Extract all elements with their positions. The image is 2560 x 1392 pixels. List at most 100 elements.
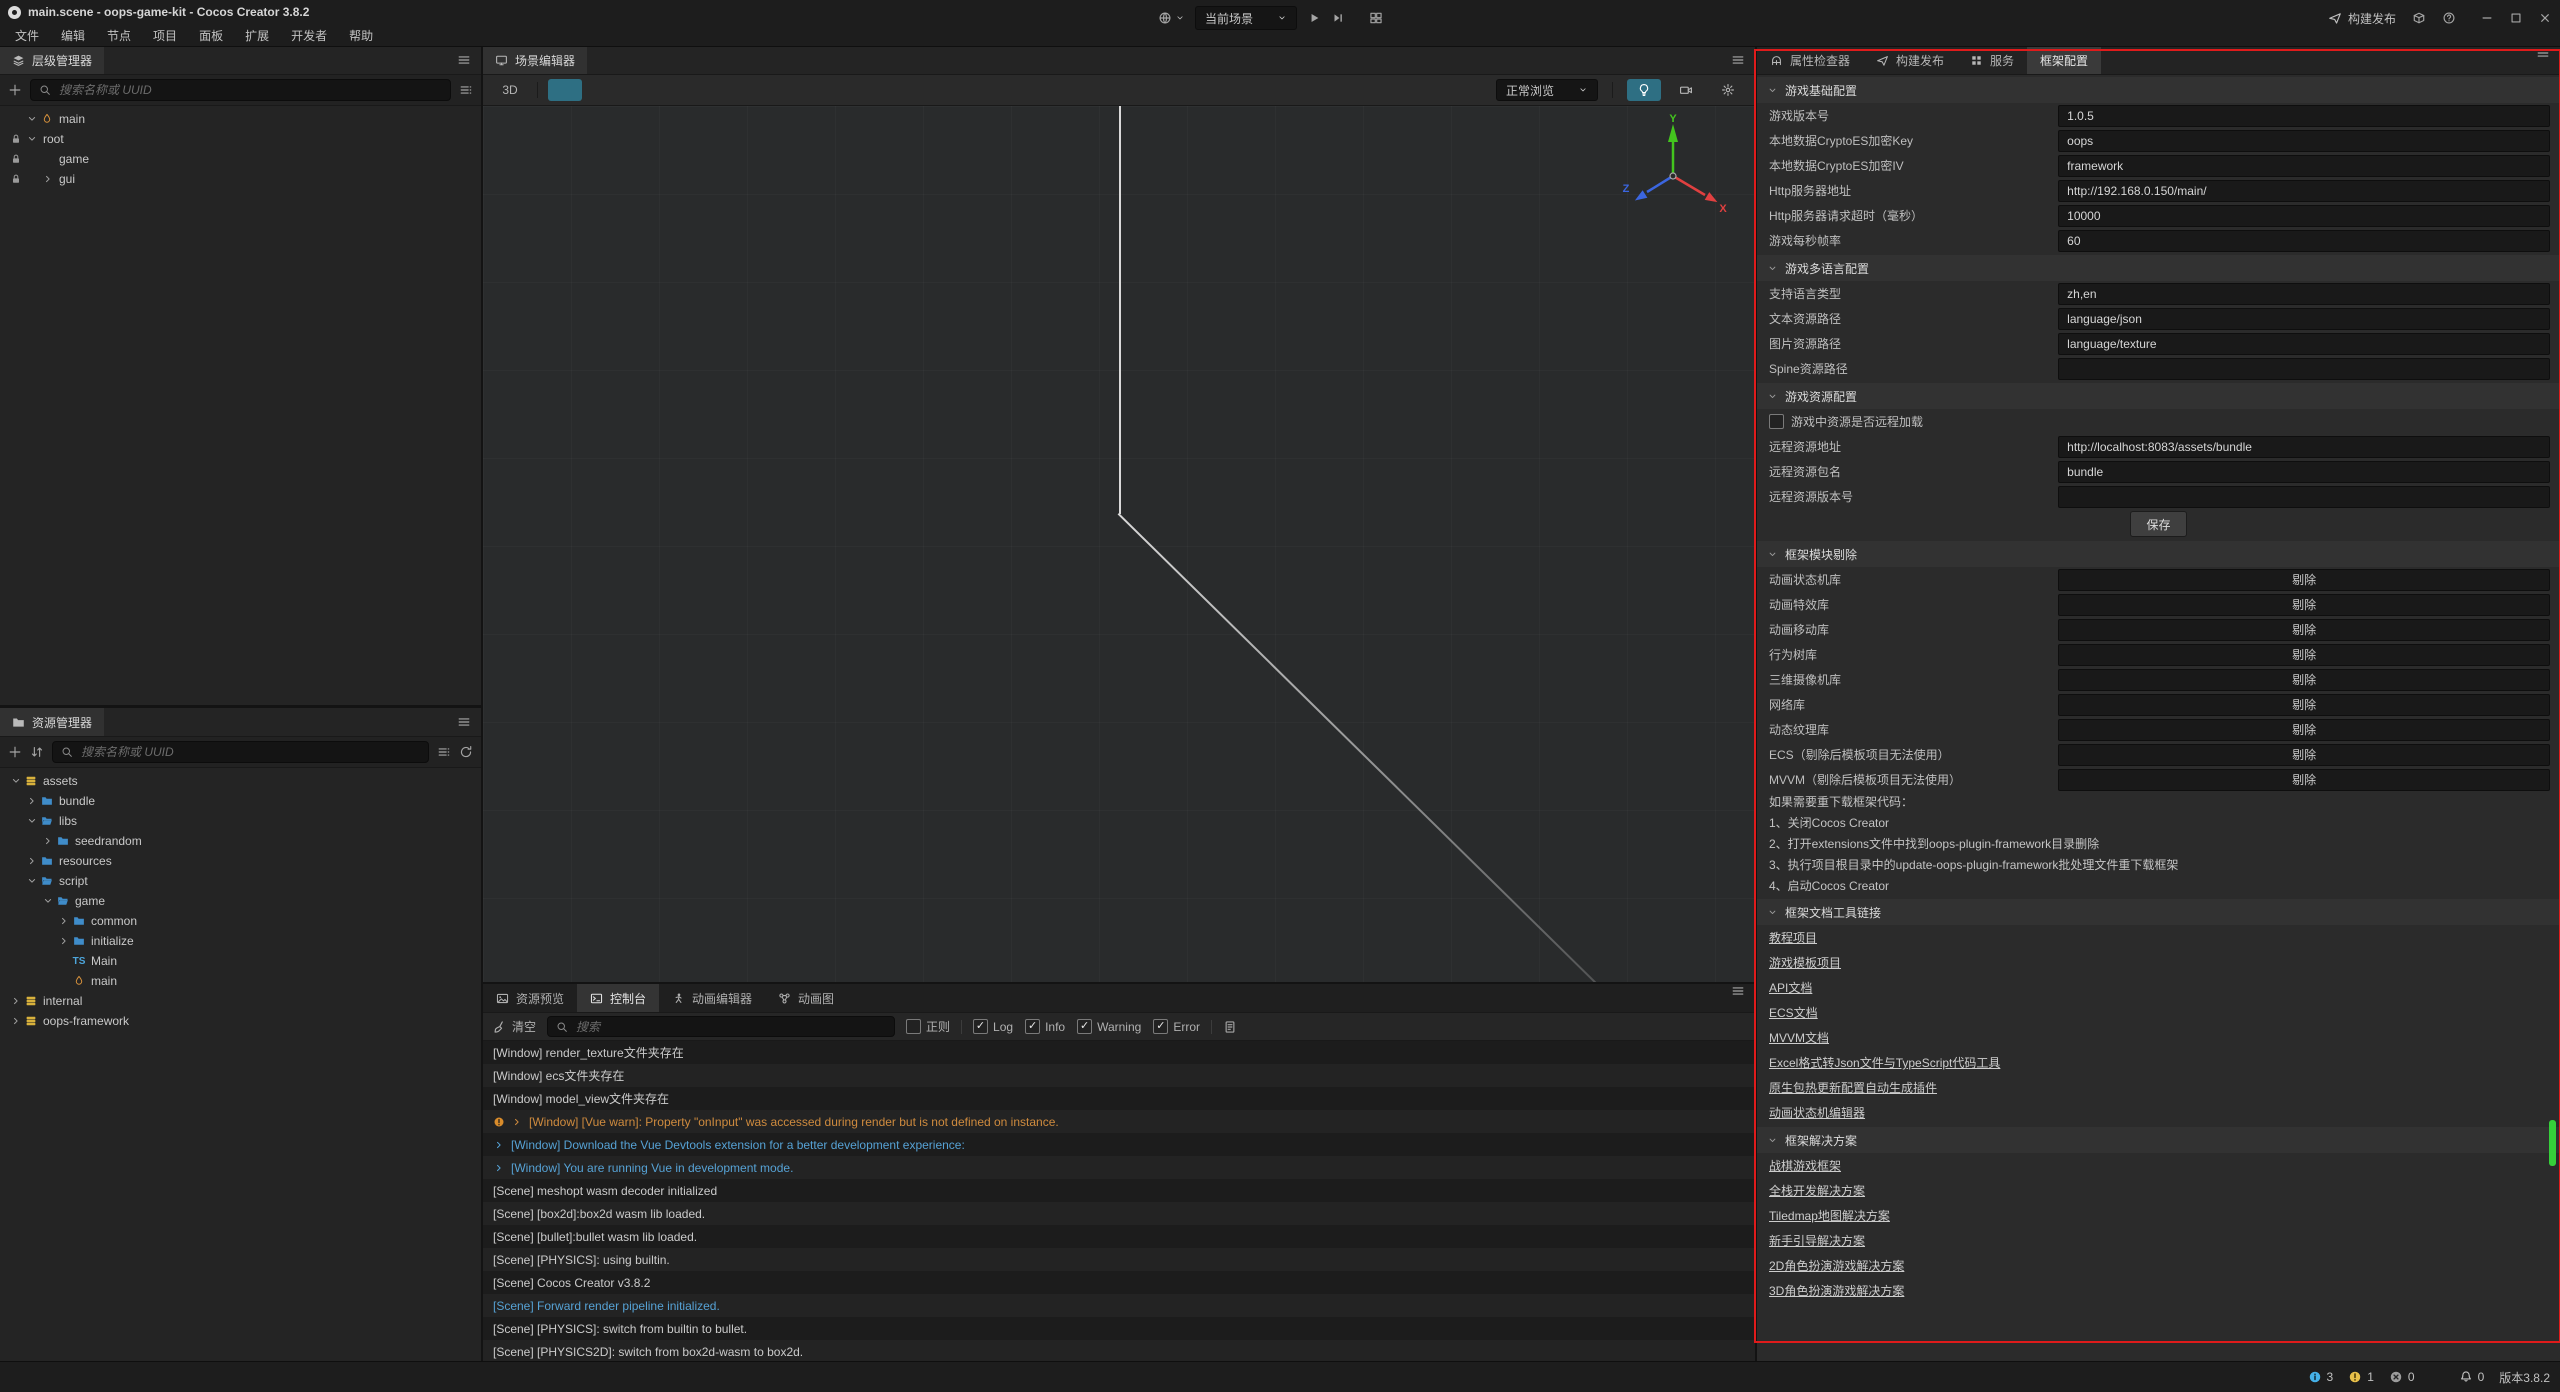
section-header[interactable]: 框架解决方案 [1757,1127,2560,1153]
console-tab[interactable]: 控制台 [577,984,659,1012]
filter-warning[interactable]: Warning [1077,1019,1141,1034]
maximize-button[interactable] [2509,11,2523,25]
inspector-tab[interactable]: 构建发布 [1863,46,1957,74]
regex-checkbox[interactable] [906,1019,921,1034]
tree-row[interactable]: libs [0,811,481,831]
tree-row[interactable]: common [0,911,481,931]
doc-link[interactable]: 战棋游戏框架 [1769,1157,1841,1174]
section-header[interactable]: 框架模块剔除 [1757,541,2560,567]
hierarchy-search[interactable] [30,79,451,101]
tree-row[interactable]: game [0,149,481,169]
remove-module-button[interactable]: 剔除 [2058,619,2550,641]
field-input[interactable] [2058,436,2550,458]
doc-link[interactable]: Tiledmap地图解决方案 [1769,1207,1890,1224]
section-header[interactable]: 游戏资源配置 [1757,383,2560,409]
collapse-arrow-icon[interactable] [24,793,39,809]
save-button[interactable]: 保存 [2130,511,2186,537]
close-button[interactable] [2538,11,2552,25]
panel-menu-icon[interactable] [2536,46,2550,74]
notification-counter[interactable]: 0 [2459,1370,2485,1384]
tree-row[interactable]: bundle [0,791,481,811]
doc-link[interactable]: API文档 [1769,979,1812,996]
hierarchy-search-input[interactable] [57,82,442,98]
remove-module-button[interactable]: 剔除 [2058,569,2550,591]
console-tab[interactable]: 资源预览 [483,984,577,1012]
doc-link[interactable]: ECS文档 [1769,1004,1818,1021]
field-input[interactable] [2058,180,2550,202]
section-header[interactable]: 游戏多语言配置 [1757,255,2560,281]
info-counter[interactable]: 3 [2308,1370,2334,1384]
gizmo-settings-button[interactable] [1711,79,1745,101]
tree-row[interactable]: oops-framework [0,1011,481,1031]
remove-module-button[interactable]: 剔除 [2058,669,2550,691]
doc-link[interactable]: Excel格式转Json文件与TypeScript代码工具 [1769,1054,2000,1071]
filter-icon[interactable] [437,745,451,759]
inspector-scrollbar-thumb[interactable] [2549,1120,2556,1166]
inspector-tab[interactable]: 服务 [1957,46,2027,74]
mode-3d-button[interactable]: 3D [493,79,527,101]
filter-error[interactable]: Error [1153,1019,1200,1034]
expand-arrow-icon[interactable] [24,813,39,829]
field-input[interactable] [2058,486,2550,508]
expand-arrow-icon[interactable] [24,873,39,889]
field-input[interactable] [2058,105,2550,127]
field-input[interactable] [2058,155,2550,177]
menu-item[interactable]: 帮助 [338,24,384,46]
filter-icon[interactable] [459,83,473,97]
refresh-icon[interactable] [459,745,473,759]
collapse-arrow-icon[interactable] [8,1013,23,1029]
build-publish-button[interactable]: 构建发布 [2328,10,2396,27]
checkbox-icon[interactable] [973,1019,988,1034]
menu-item[interactable]: 项目 [142,24,188,46]
view-mode-dropdown[interactable]: 正常浏览 [1496,79,1598,101]
panel-menu-icon[interactable] [1731,53,1745,67]
rect-tool-button[interactable] [662,79,696,101]
tree-row[interactable]: game [0,891,481,911]
error-counter[interactable]: 0 [2389,1370,2415,1384]
expand-arrow-icon[interactable] [24,131,39,147]
filter-info[interactable]: Info [1025,1019,1065,1034]
move-tool-button[interactable] [548,79,582,101]
section-header[interactable]: 游戏基础配置 [1757,77,2560,103]
remove-module-button[interactable]: 剔除 [2058,594,2550,616]
filter-log[interactable]: Log [973,1019,1013,1034]
field-input[interactable] [2058,130,2550,152]
tree-row[interactable]: main [0,109,481,129]
regex-toggle[interactable]: 正则 [906,1018,950,1035]
checkbox-icon[interactable] [1077,1019,1092,1034]
field-input[interactable] [2058,461,2550,483]
tree-row[interactable]: internal [0,991,481,1011]
warning-counter[interactable]: 1 [2348,1370,2374,1384]
minimize-button[interactable] [2480,11,2494,25]
expand-arrow-icon[interactable] [8,773,23,789]
help-icon[interactable] [2442,11,2456,25]
assets-search[interactable] [52,741,429,763]
field-input[interactable] [2058,230,2550,252]
tree-row[interactable]: TSMain [0,951,481,971]
expand-arrow-icon[interactable] [24,111,39,127]
scene-select-dropdown[interactable]: 当前场景 [1195,6,1297,30]
remove-module-button[interactable]: 剔除 [2058,744,2550,766]
collapse-arrow-icon[interactable] [56,933,71,949]
assets-tab[interactable]: 资源管理器 [0,708,104,736]
doc-link[interactable]: 新手引导解决方案 [1769,1232,1865,1249]
tree-row[interactable]: initialize [0,931,481,951]
remove-module-button[interactable]: 剔除 [2058,644,2550,666]
preview-device-button[interactable] [1158,11,1185,25]
doc-link[interactable]: 教程项目 [1769,929,1817,946]
add-node-button[interactable] [8,83,22,97]
panel-menu-icon[interactable] [1731,984,1745,1012]
tree-row[interactable]: gui [0,169,481,189]
collapse-arrow-icon[interactable] [24,853,39,869]
scene-viewport[interactable]: Y X Z [483,106,1755,982]
console-tab[interactable]: 动画编辑器 [659,984,765,1012]
collapse-arrow-icon[interactable] [40,171,55,187]
expand-log-icon[interactable] [493,1139,505,1151]
field-input[interactable] [2058,358,2550,380]
checkbox-icon[interactable] [1025,1019,1040,1034]
sort-icon[interactable] [30,745,44,759]
menu-item[interactable]: 文件 [4,24,50,46]
expand-log-icon[interactable] [511,1116,523,1128]
expand-arrow-icon[interactable] [40,893,55,909]
tree-row[interactable]: assets [0,771,481,791]
